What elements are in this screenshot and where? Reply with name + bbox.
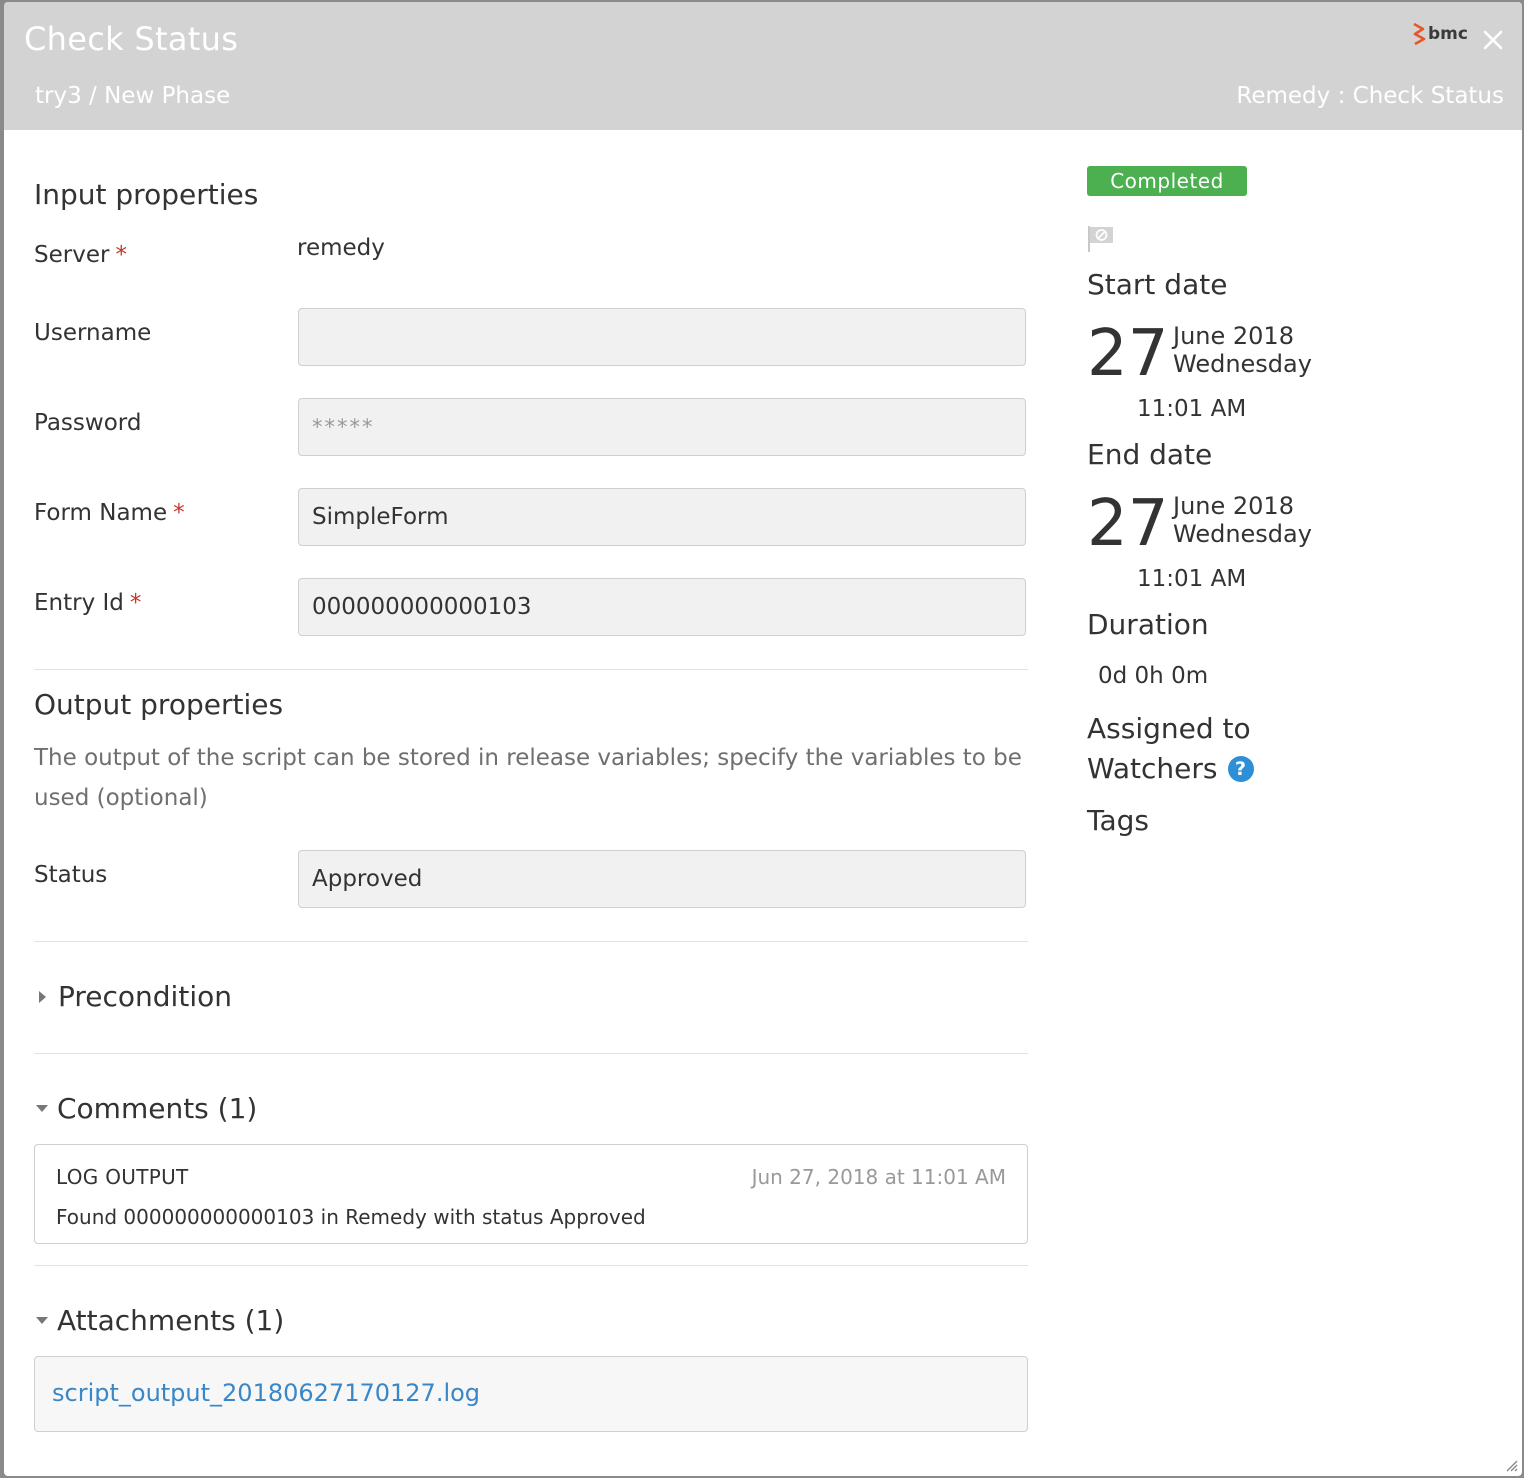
server-required-mark: * [115,242,127,268]
end-day: 27 [1087,487,1169,561]
end-date-label: End date [1087,438,1213,471]
start-time: 11:01 AM [1137,396,1247,422]
end-weekday: Wednesday [1173,520,1312,548]
password-field[interactable]: ***** [298,398,1026,456]
start-weekday: Wednesday [1173,350,1312,378]
attachments-toggle[interactable]: Attachments (1) [34,1304,284,1337]
duration-label: Duration [1087,608,1209,641]
section-divider [34,669,1028,670]
section-divider [34,941,1028,942]
assigned-to-label[interactable]: Assigned to [1087,712,1251,745]
caret-down-icon [36,1105,48,1112]
resize-handle-icon[interactable] [1504,1458,1518,1472]
entry-id-required-mark: * [129,590,142,616]
output-properties-heading: Output properties [34,688,284,721]
caret-down-icon [36,1317,48,1324]
status-field[interactable]: Approved [298,850,1026,908]
input-properties-heading: Input properties [34,178,259,211]
comment-item: LOG OUTPUT Jun 27, 2018 at 11:01 AM Foun… [34,1144,1028,1244]
section-divider [34,1265,1028,1266]
username-field[interactable] [298,308,1026,366]
password-label: Password [34,410,142,436]
output-help-text: The output of the script can be stored i… [34,745,1022,811]
start-month-year: June 2018 [1173,322,1294,350]
bmc-logo-text: bmc [1428,24,1468,44]
breadcrumb: try3 / New Phase [35,83,231,109]
end-time: 11:01 AM [1137,566,1247,592]
help-icon[interactable]: ? [1227,756,1254,782]
status-label: Status [34,862,108,888]
comments-toggle[interactable]: Comments (1) [34,1092,257,1125]
entry-id-label-text: Entry Id [34,590,124,616]
watchers-label[interactable]: Watchers [1087,752,1218,785]
section-divider [34,1053,1028,1054]
task-modal: Check Status try3 / New Phase Remedy : C… [4,2,1522,1476]
server-label: Server * [34,242,127,268]
bmc-logo-icon [1413,23,1426,45]
close-icon[interactable] [1482,29,1504,51]
attachment-link[interactable]: script_output_20180627170127.log [52,1379,480,1407]
form-name-required-mark: * [173,500,185,526]
server-label-text: Server [34,242,110,268]
comment-author: LOG OUTPUT [56,1165,189,1189]
modal-title: Check Status [24,20,239,58]
status-badge: Completed [1087,166,1247,196]
modal-header: Check Status try3 / New Phase Remedy : C… [4,2,1522,130]
form-name-field[interactable]: SimpleForm [298,488,1026,546]
entry-id-field[interactable]: 000000000000103 [298,578,1026,636]
end-month-year: June 2018 [1173,492,1294,520]
form-name-label: Form Name * [34,500,185,526]
username-label: Username [34,320,152,346]
comment-date: Jun 27, 2018 at 11:01 AM [751,1165,1006,1189]
form-name-label-text: Form Name [34,500,168,526]
bmc-logo: bmc [1412,22,1468,46]
tags-label[interactable]: Tags [1087,804,1149,837]
server-value: remedy [297,235,385,261]
duration-value: 0d 0h 0m [1098,663,1209,689]
start-day: 27 [1087,317,1169,391]
watchers-row: Watchers? [1087,752,1254,785]
start-date-label: Start date [1087,268,1228,301]
comment-text: Found 000000000000103 in Remedy with sta… [56,1205,646,1229]
entry-id-label: Entry Id * [34,590,141,616]
attachments-heading: Attachments (1) [57,1304,285,1337]
caret-right-icon [39,990,46,1003]
flag-icon[interactable] [1087,224,1115,254]
precondition-toggle[interactable]: Precondition [34,980,232,1013]
comments-heading: Comments (1) [57,1092,258,1125]
attachment-item: script_output_20180627170127.log [34,1356,1028,1432]
task-type-label: Remedy : Check Status [1236,83,1504,109]
precondition-heading: Precondition [58,980,232,1013]
